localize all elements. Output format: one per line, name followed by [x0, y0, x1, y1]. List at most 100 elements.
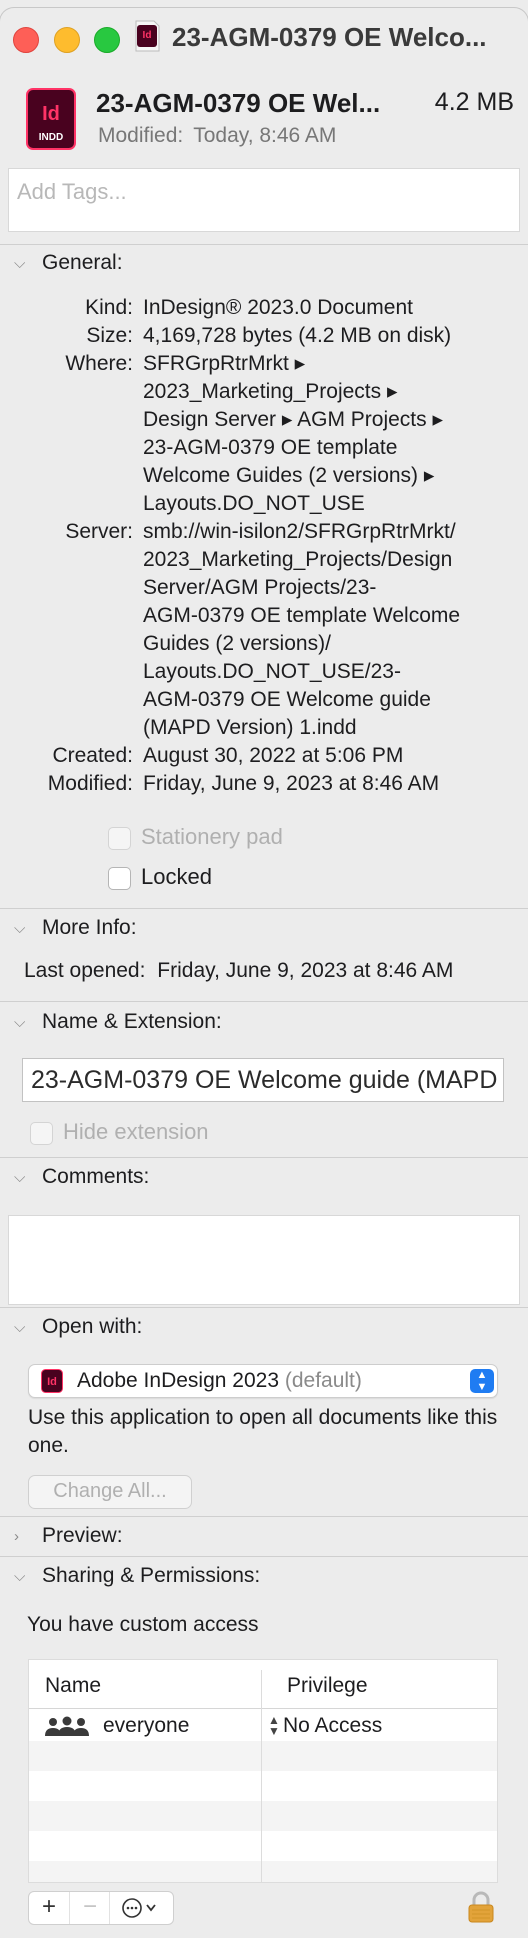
zoom-button[interactable] [94, 27, 120, 53]
name-extension-input[interactable]: 23-AGM-0379 OE Welcome guide (MAPD Versi… [22, 1058, 504, 1102]
locked-checkbox[interactable] [108, 866, 131, 890]
server-line: 2023_Marketing_Projects/Design [143, 548, 453, 571]
where-label: Where: [65, 352, 133, 375]
section-more-info-header[interactable]: ⌵ More Info: [14, 916, 137, 946]
size-row: Size: 4,169,728 bytes (4.2 MB on disk) [0, 322, 528, 350]
chevron-down-icon[interactable]: ⌵ [14, 1169, 34, 1186]
divider [0, 244, 528, 245]
file-size: 4.2 MB [434, 88, 514, 116]
column-header-privilege[interactable]: Privilege [287, 1674, 368, 1698]
kind-row: Kind: InDesign® 2023.0 Document [0, 294, 528, 322]
change-all-button[interactable]: Change All... [28, 1475, 192, 1509]
section-general-header[interactable]: ⌵ General: [14, 251, 123, 281]
permission-privilege-value[interactable]: No Access [283, 1714, 382, 1738]
locked-label: Locked [141, 864, 212, 889]
section-comments-header[interactable]: ⌵ Comments: [14, 1165, 149, 1195]
open-with-note: Use this application to open all documen… [28, 1406, 498, 1457]
header-modified-label: Modified: [98, 124, 184, 147]
name-extension-value: 23-AGM-0379 OE Welcome guide (MAPD Versi… [31, 1066, 503, 1094]
server-line: Guides (2 versions)/ [143, 632, 331, 655]
chevron-down-icon[interactable]: ⌵ [14, 255, 34, 272]
modified-row: Modified: Friday, June 9, 2023 at 8:46 A… [0, 770, 528, 798]
icon-text: Id [42, 103, 60, 125]
hide-extension-row: Hide extension [30, 1119, 209, 1145]
select-arrows-icon[interactable]: ▲ ▼ [470, 1369, 494, 1393]
group-icon [45, 1716, 89, 1736]
remove-user-button[interactable]: − [69, 1892, 110, 1924]
chevron-down-icon[interactable]: ⌵ [14, 1014, 34, 1031]
section-comments-title: Comments: [42, 1165, 150, 1189]
server-line: AGM-0379 OE template Welcome [143, 604, 461, 627]
window-title: 23-AGM-0379 OE Welco... [172, 22, 487, 52]
chevron-down-icon[interactable]: ⌵ [14, 1568, 34, 1585]
created-row: Created: August 30, 2022 at 5:06 PM [0, 742, 528, 770]
created-value: August 30, 2022 at 5:06 PM [143, 744, 404, 767]
indesign-app-icon: Id [41, 1369, 63, 1393]
section-more-info-title: More Info: [42, 916, 137, 940]
svg-text:Id: Id [47, 1376, 57, 1388]
where-line: 2023_Marketing_Projects ▸ [143, 380, 398, 403]
permission-user-name: everyone [103, 1714, 190, 1737]
where-line: 23-AGM-0379 OE template [143, 436, 398, 459]
chevron-down-icon[interactable]: ⌵ [14, 920, 34, 937]
section-preview-header[interactable]: › Preview: [14, 1524, 123, 1554]
indesign-file-icon: Id [135, 20, 160, 52]
divider [0, 1001, 528, 1002]
hide-extension-label: Hide extension [63, 1119, 209, 1144]
empty-row [29, 1861, 497, 1882]
where-line: Design Server ▸ AGM Projects ▸ [143, 408, 444, 431]
hide-extension-checkbox[interactable] [30, 1121, 53, 1145]
column-header-name[interactable]: Name [45, 1674, 101, 1698]
comments-textarea[interactable] [8, 1215, 520, 1305]
kind-value: InDesign® 2023.0 Document [143, 296, 413, 319]
last-opened-value: Friday, June 9, 2023 at 8:46 AM [157, 959, 454, 982]
divider [0, 1307, 528, 1308]
chevron-right-icon[interactable]: › [14, 1528, 34, 1545]
open-with-default-tag: (default) [284, 1369, 362, 1392]
minimize-button[interactable] [54, 27, 80, 53]
permissions-table: Name Privilege everyone ▲ ▼ No Access [28, 1659, 498, 1883]
open-with-select[interactable]: Id Adobe InDesign 2023 (default) ▲ ▼ [28, 1364, 498, 1398]
divider [0, 1516, 528, 1517]
section-open-with-header[interactable]: ⌵ Open with: [14, 1315, 142, 1345]
close-button[interactable] [13, 27, 39, 53]
locked-row: Locked [108, 864, 212, 890]
header-modified: Modified: Today, 8:46 AM [98, 124, 336, 148]
stationery-pad-row: Stationery pad [108, 824, 283, 850]
action-menu-button[interactable] [109, 1892, 174, 1924]
privilege-stepper-icon[interactable]: ▲ ▼ [268, 1714, 280, 1737]
stationery-pad-checkbox[interactable] [108, 826, 131, 850]
section-name-extension-header[interactable]: ⌵ Name & Extension: [14, 1010, 222, 1040]
lock-icon[interactable] [467, 1891, 495, 1923]
access-text: You have custom access [27, 1613, 259, 1636]
chevron-down-icon[interactable]: ⌵ [14, 1319, 34, 1336]
server-label: Server: [65, 520, 133, 543]
permissions-toolbar: + − [28, 1891, 174, 1925]
last-opened-row: Last opened: Friday, June 9, 2023 at 8:4… [24, 959, 453, 983]
where-row: Where: SFRGrpRtrMrkt ▸ 2023_Marketing_Pr… [0, 350, 528, 518]
icon-badge: INDD [39, 132, 63, 143]
empty-row [29, 1741, 497, 1771]
open-with-app-label: Adobe InDesign 2023 (default) [77, 1369, 362, 1393]
ellipsis-circle-icon [122, 1898, 156, 1918]
tags-field[interactable]: Add Tags... [8, 168, 520, 232]
add-user-button[interactable]: + [29, 1892, 69, 1924]
section-sharing-header[interactable]: ⌵ Sharing & Permissions: [14, 1564, 260, 1594]
svg-text:Id: Id [143, 30, 152, 41]
table-row[interactable]: everyone ▲ ▼ No Access [29, 1711, 497, 1741]
section-general-title: General: [42, 251, 123, 275]
section-open-with-title: Open with: [42, 1315, 143, 1339]
file-name: 23-AGM-0379 OE Wel... [96, 88, 381, 118]
size-value: 4,169,728 bytes (4.2 MB on disk) [143, 324, 452, 347]
get-info-window: Id 23-AGM-0379 OE Welco... Id INDD 23-AG… [0, 8, 528, 1938]
last-opened-label: Last opened: [24, 959, 146, 982]
title-bar: Id 23-AGM-0379 OE Welco... [0, 8, 528, 68]
where-line: Layouts.DO_NOT_USE [143, 492, 365, 515]
kind-label: Kind: [85, 296, 133, 319]
section-sharing-title: Sharing & Permissions: [42, 1564, 261, 1588]
open-with-app-name: Adobe InDesign 2023 [77, 1369, 279, 1392]
permissions-header: Name Privilege [29, 1660, 497, 1709]
server-line: Layouts.DO_NOT_USE/23- [143, 660, 401, 683]
section-preview-title: Preview: [42, 1524, 123, 1548]
where-line: Welcome Guides (2 versions) ▸ [143, 464, 435, 487]
